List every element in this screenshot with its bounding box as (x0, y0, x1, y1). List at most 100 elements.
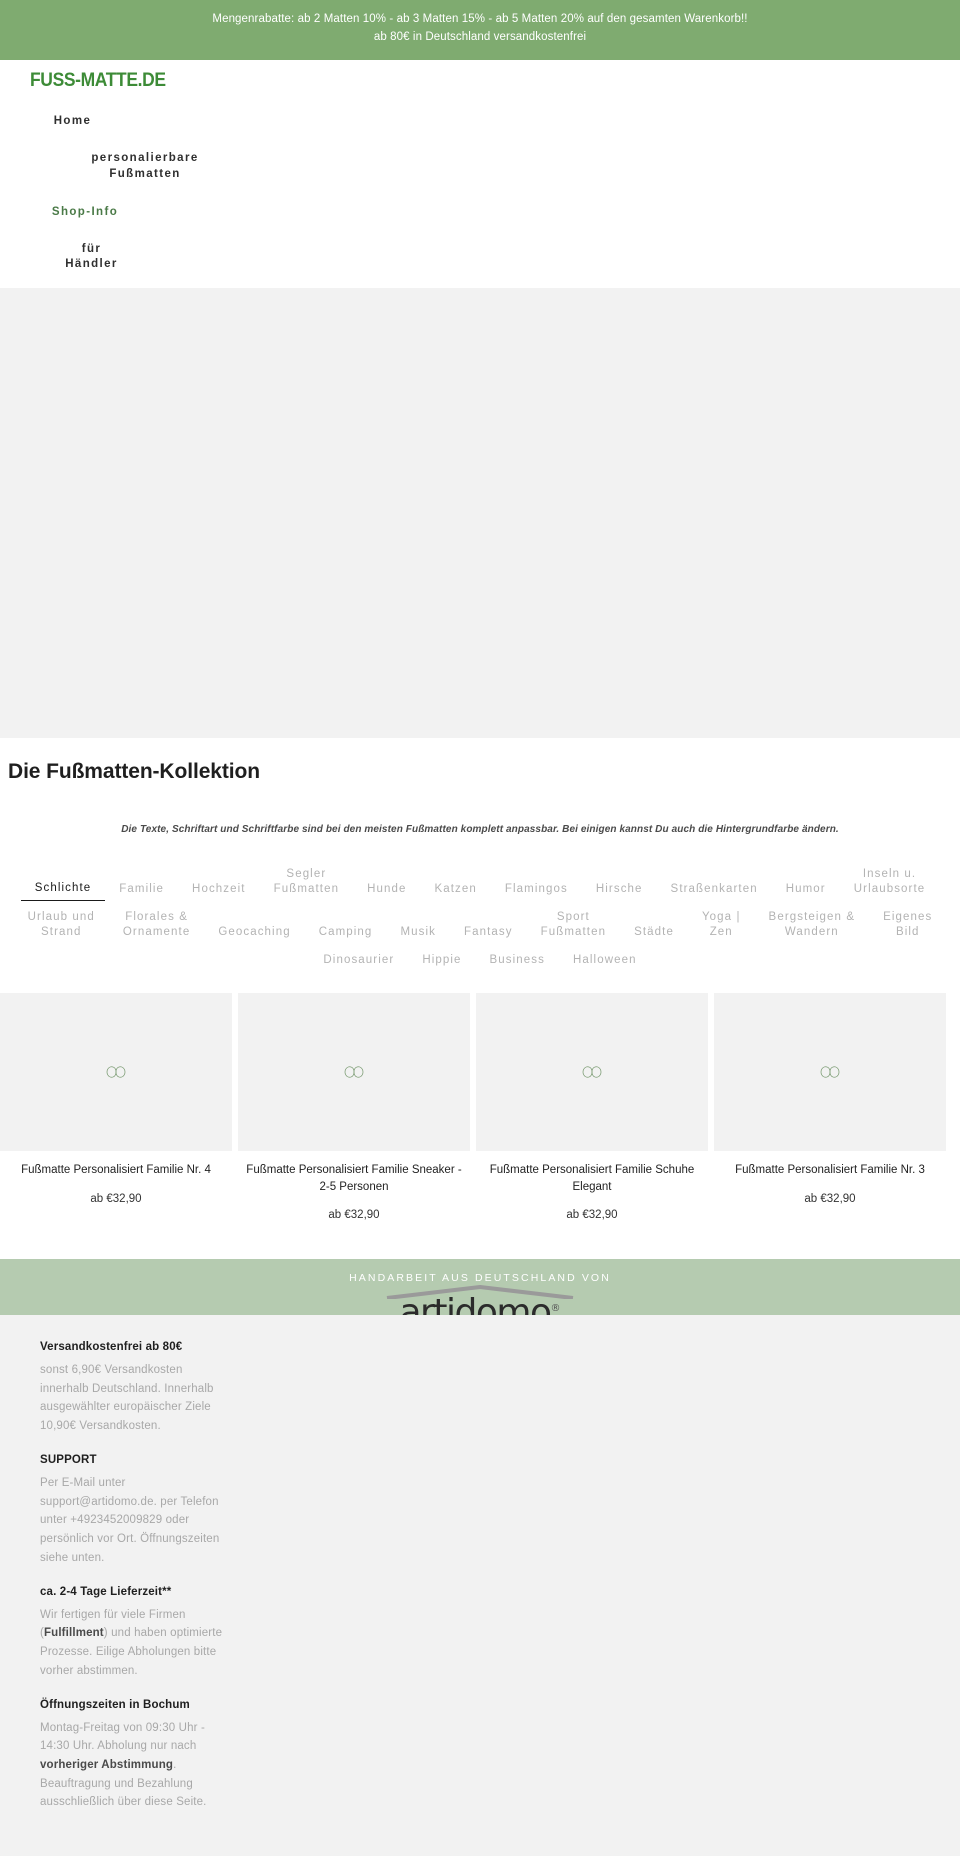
category-filter-label: Geocaching (218, 926, 291, 939)
registered-mark: ® (550, 1302, 561, 1314)
category-filter-8[interactable]: Straßenkarten (657, 877, 772, 905)
category-filter-label: Sport Fußmatten (540, 910, 607, 939)
product-price: ab €32,90 (566, 1208, 618, 1221)
category-filter-5[interactable]: Katzen (421, 877, 491, 905)
product-card[interactable]: Fußmatte Personalisiert Familie Nr. 4 ab … (0, 993, 232, 1205)
category-filter-18[interactable]: Städte (620, 920, 688, 948)
product-title: Fußmatte Personalisiert Familie Nr. 4 (21, 1164, 211, 1177)
category-filter-10[interactable]: Inseln u. Urlaubsorte (840, 862, 940, 905)
category-filter-label: Städte (634, 926, 674, 939)
category-filter-14[interactable]: Camping (305, 920, 387, 948)
category-filter-17[interactable]: Sport Fußmatten (527, 905, 621, 948)
footer-block-body: sonst 6,90€ Versandkosten innerhalb Deut… (40, 1363, 214, 1433)
announcement-line-2: ab 80€ in Deutschland versandkostenfrei (373, 30, 587, 43)
category-filter-4[interactable]: Hunde (353, 877, 420, 905)
nav-item-personalisierbare-fussmatten[interactable]: personalierbare Fußmatten (0, 138, 290, 191)
announcement-bar: Mengenrabatte: ab 2 Matten 10% - ab 3 Ma… (0, 0, 960, 60)
category-filter-2[interactable]: Hochzeit (178, 877, 260, 905)
loading-spinner-icon (582, 1066, 602, 1078)
category-filter-label: Hirsche (595, 883, 643, 896)
brand-band-kicker: HANDARBEIT AUS DEUTSCHLAND VON (349, 1271, 611, 1284)
loading-spinner-icon (106, 1066, 126, 1078)
category-filter-label: Musik (400, 926, 436, 939)
category-filter-3[interactable]: Segler Fußmatten (260, 862, 354, 905)
category-filter-23[interactable]: Hippie (408, 948, 475, 976)
site-header: FUSS-MATTE.DE Home personalierbare Fußma… (0, 59, 960, 288)
product-card[interactable]: Fußmatte Personalisiert Familie Schuhe E… (476, 993, 708, 1221)
category-filter-21[interactable]: Eigenes Bild (869, 905, 946, 948)
category-filter-20[interactable]: Bergsteigen & Wandern (755, 905, 870, 948)
site-logo[interactable]: FUSS-MATTE.DE (30, 70, 166, 92)
category-filter-22[interactable]: Dinosaurier (309, 948, 408, 976)
hero-banner-placeholder (0, 287, 960, 738)
category-filter-label: Flamingos (504, 883, 568, 896)
artidomo-part-domo: domo (454, 1291, 552, 1315)
nav-item-haendler-label-2: Händler (65, 258, 118, 271)
nav-item-home-label: Home (53, 114, 92, 127)
category-filter-label: Familie (119, 883, 165, 896)
footer-block-heading: Öffnungszeiten in Bochum (40, 1698, 190, 1711)
category-filter-9[interactable]: Humor (772, 877, 840, 905)
category-filter-label: Humor (785, 883, 826, 896)
category-filter-label: Dinosaurier (323, 953, 395, 966)
footer-block-heading: ca. 2-4 Tage Lieferzeit** (40, 1585, 172, 1598)
category-filter-label: Katzen (434, 883, 477, 896)
footer-block-body: Wir fertigen für viele Firmen (Fulfillme… (40, 1608, 223, 1677)
category-filter-6[interactable]: Flamingos (491, 877, 582, 905)
page-title: Die Fußmatten-Kollektion (8, 759, 260, 783)
main-navigation: Home personalierbare Fußmatten Shop-Info… (0, 96, 960, 282)
artidomo-logo[interactable]: artidomo® (385, 1284, 575, 1315)
category-filter-label: Yoga | Zen (701, 910, 741, 939)
announcement-line-1: Mengenrabatte: ab 2 Matten 10% - ab 3 Ma… (212, 13, 748, 25)
nav-item-haendler-label-1: für (81, 242, 102, 255)
category-filter-label: Camping (318, 926, 373, 939)
nav-item-home[interactable]: Home (0, 102, 145, 139)
footer-block-body: Montag-Freitag von 09:30 Uhr - 14:30 Uhr… (40, 1721, 207, 1809)
artidomo-wordmark: artidomo® (400, 1292, 561, 1315)
category-filter-label: Halloween (572, 953, 637, 966)
footer-column: Versandkostenfrei ab 80€ sonst 6,90€ Vers… (0, 1341, 230, 1830)
category-filter-16[interactable]: Fantasy (450, 920, 527, 948)
artidomo-part-i: i (445, 1291, 456, 1315)
logo-wrapper: FUSS-MATTE.DE (0, 60, 960, 96)
category-filter-7[interactable]: Hirsche (582, 877, 657, 905)
product-image-placeholder (714, 993, 946, 1152)
category-filter-label: Straßenkarten (670, 883, 758, 896)
footer-emphasis: Fulfillment (43, 1627, 104, 1640)
nav-item-fuer-haendler[interactable]: für Händler (0, 230, 183, 282)
category-filter-15[interactable]: Musik (386, 920, 450, 948)
category-filter-12[interactable]: Florales & Ornamente (109, 905, 204, 948)
product-title: Fußmatte Personalisiert Familie Schuhe E… (489, 1164, 695, 1193)
category-filter-label: Hippie (422, 953, 462, 966)
brand-band: HANDARBEIT AUS DEUTSCHLAND VON artidomo® (0, 1258, 960, 1315)
collection-subtitle: Die Texte, Schriftart und Schriftfarbe s… (121, 823, 839, 835)
nav-item-shop-info-label: Shop-Info (51, 206, 119, 219)
footer-emphasis: vorheriger Abstimmung (40, 1758, 174, 1771)
category-filter-13[interactable]: Geocaching (204, 920, 304, 948)
loading-spinner-icon (344, 1066, 364, 1078)
footer-block: SUPPORT Per E-Mail unter support@artidomo… (40, 1454, 230, 1586)
product-grid: Fußmatte Personalisiert Familie Nr. 4 ab … (0, 975, 960, 1221)
category-filter-1[interactable]: Familie (105, 877, 178, 905)
product-title: Fußmatte Personalisiert Familie Nr. 3 (735, 1164, 925, 1177)
product-card[interactable]: Fußmatte Personalisiert Familie Nr. 3 ab … (714, 993, 946, 1205)
artidomo-part-art: art (399, 1291, 448, 1315)
category-filter-label: Fantasy (463, 926, 513, 939)
nav-item-personal-label-1: personalierbare (91, 152, 199, 165)
site-footer: Versandkostenfrei ab 80€ sonst 6,90€ Vers… (0, 1314, 960, 1857)
category-filter-25[interactable]: Halloween (559, 948, 651, 976)
product-card[interactable]: Fußmatte Personalisiert Familie Sneaker … (238, 993, 470, 1221)
category-filter-label: Florales & Ornamente (122, 910, 191, 939)
product-image-placeholder (476, 993, 708, 1152)
category-filter-11[interactable]: Urlaub und Strand (14, 905, 109, 948)
product-price: ab €32,90 (804, 1192, 856, 1205)
product-title: Fußmatte Personalisiert Familie Sneaker … (246, 1164, 462, 1193)
nav-item-personal-label-2: Fußmatten (109, 167, 181, 180)
product-price: ab €32,90 (328, 1208, 380, 1221)
category-filter-19[interactable]: Yoga | Zen (688, 905, 755, 948)
category-filter-label: Schlichte (34, 882, 92, 895)
product-image-placeholder (0, 993, 232, 1152)
category-filter-24[interactable]: Business (476, 948, 559, 976)
nav-item-shop-info[interactable]: Shop-Info (0, 191, 170, 230)
category-filter-0[interactable]: Schlichte (20, 876, 106, 901)
